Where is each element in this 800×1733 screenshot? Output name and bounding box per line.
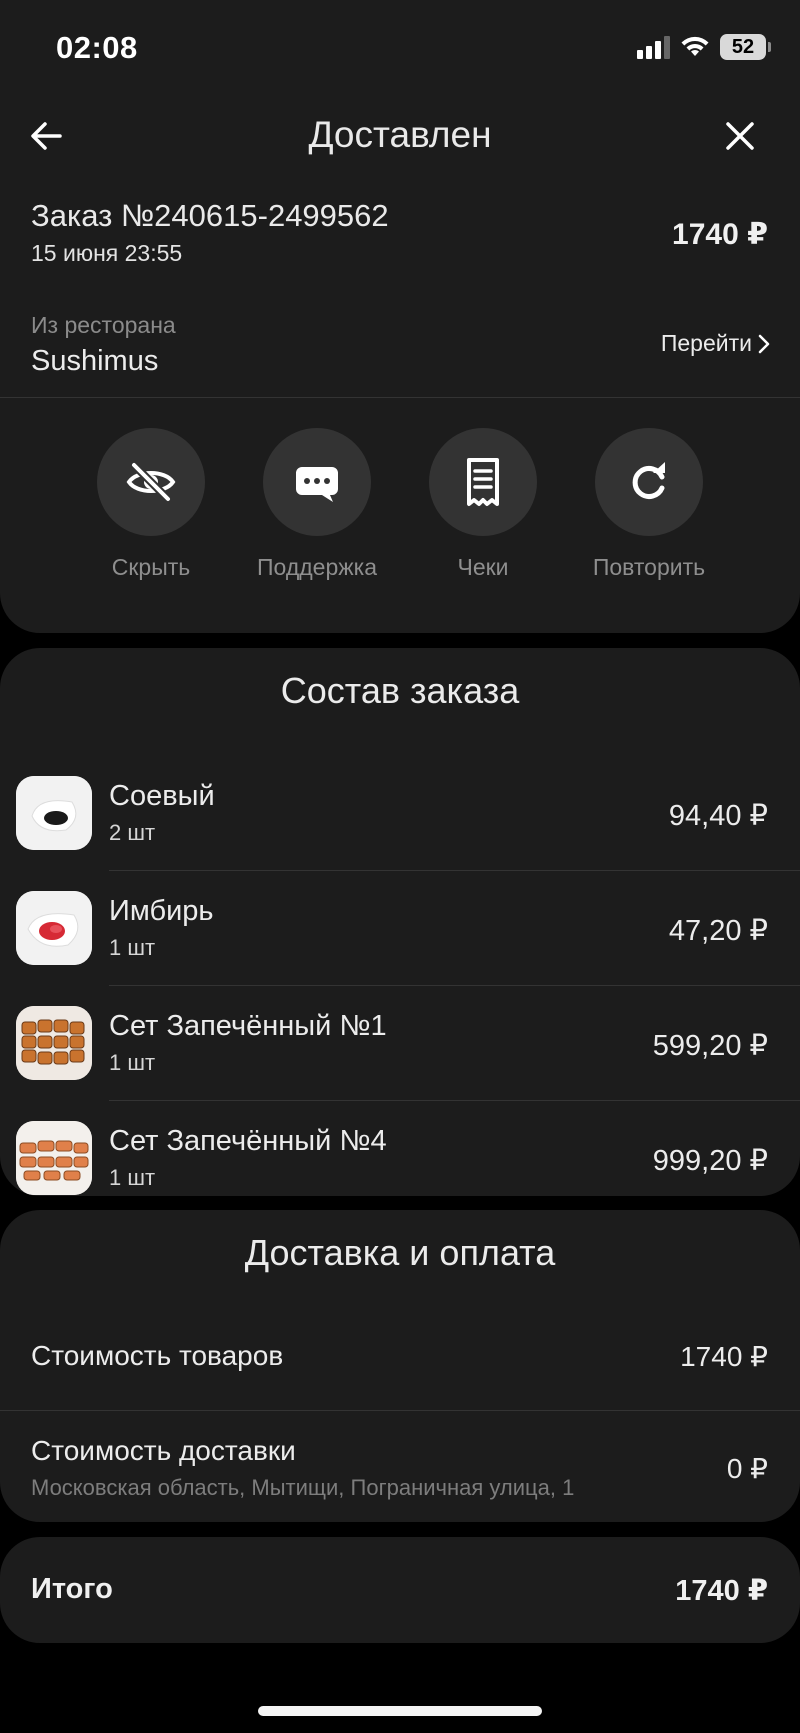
item-price: 599,20 ₽ xyxy=(652,1030,768,1062)
item-quantity: 1 шт xyxy=(109,935,156,960)
item-name: Соевый xyxy=(109,780,215,812)
order-items-card: Состав заказа Соевый 2 шт 94,40 ₽ Имбирь… xyxy=(0,648,800,1196)
receipts-button[interactable]: Чеки xyxy=(398,428,568,581)
restaurant-caption: Из ресторана xyxy=(31,312,176,338)
soy-sauce-image xyxy=(16,776,92,850)
total-label: Итого xyxy=(31,1573,113,1605)
item-name: Имбирь xyxy=(109,895,214,927)
list-item[interactable]: Сет Запечённый №1 1 шт 599,20 ₽ xyxy=(0,986,800,1101)
hide-label: Скрыть xyxy=(111,554,191,580)
list-item[interactable]: Имбирь 1 шт 47,20 ₽ xyxy=(0,871,800,986)
item-quantity: 2 шт xyxy=(109,820,156,845)
repeat-order-button[interactable]: Повторить xyxy=(564,428,734,581)
home-indicator[interactable] xyxy=(258,1706,542,1716)
battery-indicator: 52 xyxy=(720,34,771,60)
delivery-address: Московская область, Мытищи, Пограничная … xyxy=(31,1475,575,1500)
item-name: Сет Запечённый №1 xyxy=(109,1010,387,1042)
ginger-image xyxy=(16,891,92,965)
support-label: Поддержка xyxy=(257,554,377,580)
sushi-set-1-image xyxy=(16,1006,92,1080)
status-bar: 02:08 52 xyxy=(0,0,800,100)
delivery-payment-card: Доставка и оплата Стоимость товаров 1740… xyxy=(0,1210,800,1522)
total-value: 1740 ₽ xyxy=(675,1575,768,1607)
chevron-right-icon xyxy=(758,334,770,353)
order-number: Заказ №240615-2499562 xyxy=(31,198,389,233)
repeat-button-circle[interactable] xyxy=(595,428,703,536)
total-card: Итого 1740 ₽ xyxy=(0,1537,800,1643)
goods-cost-label: Стоимость товаров xyxy=(31,1340,284,1371)
close-button[interactable] xyxy=(718,114,762,158)
restaurant-name: Sushimus xyxy=(31,345,159,377)
action-buttons: Скрыть Поддержка Чеки Повторить xyxy=(0,428,800,588)
divider xyxy=(0,397,800,398)
delivery-cost-value: 0 ₽ xyxy=(726,1453,768,1484)
item-quantity: 1 шт xyxy=(109,1165,156,1190)
goods-cost-value: 1740 ₽ xyxy=(680,1341,768,1372)
status-time: 02:08 xyxy=(56,30,138,65)
receipt-icon xyxy=(467,458,499,506)
order-total: 1740 ₽ xyxy=(672,218,768,251)
delivery-payment-title: Доставка и оплата xyxy=(244,1232,556,1273)
chat-bubble-icon xyxy=(296,467,338,502)
order-items-title: Состав заказа xyxy=(280,670,520,711)
go-to-restaurant-link[interactable]: Перейти xyxy=(661,330,770,357)
repeat-label: Повторить xyxy=(592,554,706,580)
item-quantity: 1 шт xyxy=(109,1050,156,1075)
support-button-circle[interactable] xyxy=(263,428,371,536)
close-icon xyxy=(726,122,754,150)
receipts-button-circle[interactable] xyxy=(429,428,537,536)
header: Доставлен xyxy=(0,100,800,172)
eye-off-icon xyxy=(126,462,176,502)
repeat-icon xyxy=(632,462,665,499)
receipts-label: Чеки xyxy=(457,554,509,580)
status-icons: 52 xyxy=(637,34,771,60)
wifi-icon xyxy=(681,36,709,56)
item-price: 47,20 ₽ xyxy=(668,915,768,947)
item-price: 999,20 ₽ xyxy=(652,1145,768,1177)
support-button[interactable]: Поддержка xyxy=(232,428,402,581)
item-name: Сет Запечённый №4 xyxy=(109,1125,387,1157)
divider xyxy=(0,1410,800,1411)
go-to-restaurant-label: Перейти xyxy=(660,330,752,356)
list-item[interactable]: Соевый 2 шт 94,40 ₽ xyxy=(0,756,800,871)
cellular-signal-icon xyxy=(637,35,670,59)
hide-button-circle[interactable] xyxy=(97,428,205,536)
sushi-set-4-image xyxy=(16,1121,92,1195)
page-title: Доставлен xyxy=(308,114,492,155)
item-price: 94,40 ₽ xyxy=(668,800,768,832)
delivery-cost-label: Стоимость доставки xyxy=(31,1435,296,1466)
list-item[interactable]: Сет Запечённый №4 1 шт 999,20 ₽ xyxy=(0,1101,800,1216)
order-date: 15 июня 23:55 xyxy=(31,240,183,266)
hide-order-button[interactable]: Скрыть xyxy=(66,428,236,581)
